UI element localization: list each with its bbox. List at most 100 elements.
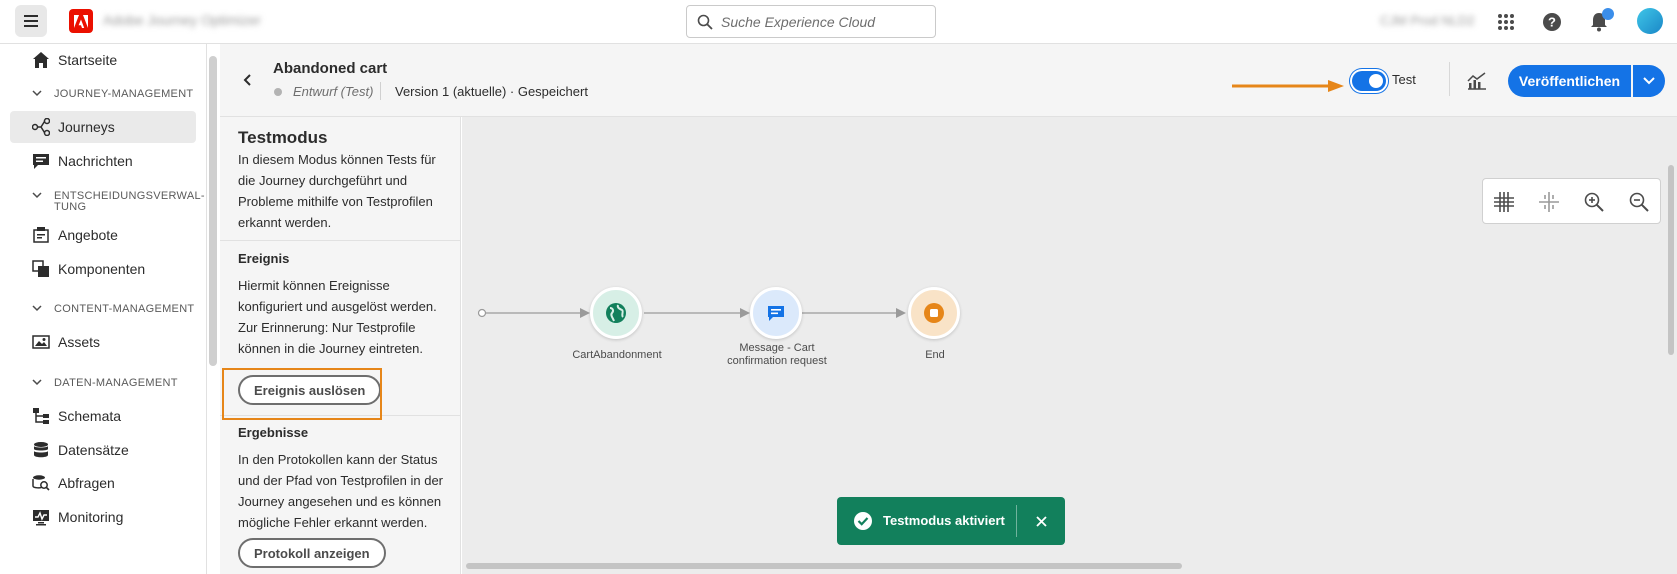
menu-icon[interactable] — [15, 5, 47, 37]
journey-status: Entwurf (Test) — [293, 84, 374, 99]
section-label: DATEN-MANAGEMENT — [54, 377, 178, 389]
panel-title: Testmodus — [238, 128, 328, 147]
sidebar-item-label: Journeys — [58, 119, 115, 135]
sidebar: Startseite JOURNEY-MANAGEMENT Journeys N… — [0, 44, 207, 574]
status-dot — [274, 88, 282, 96]
section-entscheidungsverwaltung[interactable]: ENTSCHEIDUNGSVERWAL- TUNG — [32, 190, 205, 213]
annotation-arrow — [1232, 80, 1344, 92]
canvas-vertical-scrollbar[interactable] — [1668, 165, 1674, 355]
monitoring-icon — [33, 510, 49, 526]
chevron-down-icon — [32, 303, 46, 316]
search-icon — [697, 14, 713, 30]
canvas-toolbar — [1482, 178, 1661, 224]
database-icon — [34, 442, 48, 458]
org-switcher[interactable]: CJM Prod NLD2 — [1380, 13, 1475, 28]
section-label: CONTENT-MANAGEMENT — [54, 303, 195, 315]
show-log-button[interactable]: Protokoll anzeigen — [238, 538, 386, 568]
sidebar-item-schemata[interactable]: Schemata — [10, 400, 196, 432]
home-icon — [33, 52, 49, 68]
test-mode-toggle[interactable] — [1352, 71, 1386, 91]
journey-icon — [32, 118, 50, 136]
sidebar-item-label: Assets — [58, 334, 101, 350]
search-placeholder: Suche Experience Cloud — [721, 13, 876, 30]
toggle-knob — [1369, 74, 1383, 88]
publish-button[interactable]: Veröffentlichen — [1508, 65, 1631, 97]
sidebar-item-monitoring[interactable]: Monitoring — [10, 501, 196, 533]
sidebar-item-angebote[interactable]: Angebote — [10, 219, 196, 251]
section-daten-management[interactable]: DATEN-MANAGEMENT — [32, 377, 178, 390]
journey-title[interactable]: Abandoned cart — [273, 60, 387, 77]
divider — [220, 240, 461, 241]
chevron-down-icon — [32, 377, 46, 390]
divider — [1449, 62, 1450, 96]
start-point — [477, 308, 487, 318]
section-journey-management[interactable]: JOURNEY-MANAGEMENT — [32, 88, 193, 101]
zoom-in-icon[interactable] — [1583, 191, 1605, 213]
schema-icon — [33, 408, 49, 424]
node-cart-abandonment[interactable] — [590, 287, 642, 339]
results-heading: Ergebnisse — [238, 425, 309, 440]
connector-arrow — [896, 308, 906, 318]
panel-intro: In diesem Modus können Tests für die Jou… — [238, 152, 436, 230]
sidebar-item-label: Startseite — [58, 52, 118, 68]
results-description: In den Protokollen kann der Status und d… — [238, 452, 444, 530]
connector-arrow — [580, 308, 590, 318]
assets-icon — [32, 335, 50, 349]
sidebar-scrollbar[interactable] — [209, 56, 217, 366]
top-bar: Adobe Journey Optimizer Suche Experience… — [0, 0, 1677, 44]
notification-badge — [1602, 8, 1614, 20]
sidebar-item-label: Komponenten — [58, 261, 146, 277]
adobe-logo[interactable] — [69, 9, 93, 33]
apps-grid-icon[interactable] — [1494, 10, 1518, 34]
chevron-down-icon — [1643, 77, 1655, 85]
zoom-out-icon[interactable] — [1628, 191, 1650, 213]
search-input[interactable]: Suche Experience Cloud — [686, 5, 936, 38]
sidebar-item-journeys[interactable]: Journeys — [10, 111, 196, 143]
sidebar-item-startseite[interactable]: Startseite — [10, 44, 196, 76]
sidebar-item-label: Nachrichten — [58, 153, 133, 169]
node-label: End — [925, 349, 945, 361]
grid-icon[interactable] — [1493, 191, 1515, 213]
components-icon — [32, 260, 49, 277]
sidebar-item-nachrichten[interactable]: Nachrichten — [10, 145, 196, 177]
help-icon[interactable]: ? — [1540, 10, 1564, 34]
section-content-management[interactable]: CONTENT-MANAGEMENT — [32, 303, 194, 316]
fit-to-screen-icon[interactable] — [1538, 191, 1560, 213]
divider — [380, 82, 381, 100]
avatar[interactable] — [1637, 8, 1663, 34]
section-label-continued: TUNG — [54, 201, 87, 213]
publish-dropdown-button[interactable] — [1633, 65, 1665, 97]
sidebar-item-datensaetze[interactable]: Datensätze — [10, 434, 196, 466]
report-chart-icon[interactable] — [1467, 72, 1487, 90]
node-label: CartAbandonment — [572, 349, 662, 361]
toast-message: Testmodus aktiviert — [883, 513, 1005, 528]
node-label: Message - Cart confirmation request — [727, 342, 827, 367]
section-label: JOURNEY-MANAGEMENT — [54, 88, 194, 100]
chevron-down-icon — [32, 190, 46, 203]
query-icon — [32, 475, 50, 491]
close-icon[interactable] — [1030, 510, 1052, 532]
sidebar-item-abfragen[interactable]: Abfragen — [10, 467, 196, 499]
sidebar-item-label: Angebote — [58, 227, 118, 243]
test-toggle-label: Test — [1392, 72, 1416, 87]
sidebar-item-komponenten[interactable]: Komponenten — [10, 253, 196, 285]
divider — [1016, 505, 1017, 537]
test-mode-panel: Testmodus In diesem Modus können Tests f… — [220, 117, 461, 574]
annotation-highlight — [222, 368, 382, 420]
app-title[interactable]: Adobe Journey Optimizer — [103, 12, 261, 28]
svg-text:?: ? — [1548, 15, 1556, 30]
back-arrow-icon[interactable] — [240, 72, 256, 88]
journey-header: Abandoned cart Entwurf (Test) Version 1 … — [220, 44, 1677, 117]
journey-version: Version 1 (aktuelle) · Gespeichert — [395, 84, 588, 99]
sidebar-item-label: Datensätze — [58, 442, 129, 458]
event-description: Hiermit können Ereignisse konfiguriert u… — [238, 278, 437, 356]
sidebar-item-label: Schemata — [58, 408, 122, 424]
canvas-horizontal-scrollbar[interactable] — [466, 563, 1182, 569]
stop-icon — [924, 303, 944, 323]
app-root: Adobe Journey Optimizer Suche Experience… — [0, 0, 1677, 574]
node-message-cart-confirmation[interactable] — [750, 287, 802, 339]
offers-icon — [33, 227, 49, 243]
node-end[interactable] — [908, 287, 960, 339]
sidebar-item-assets[interactable]: Assets — [10, 326, 196, 358]
event-heading: Ereignis — [238, 251, 290, 266]
